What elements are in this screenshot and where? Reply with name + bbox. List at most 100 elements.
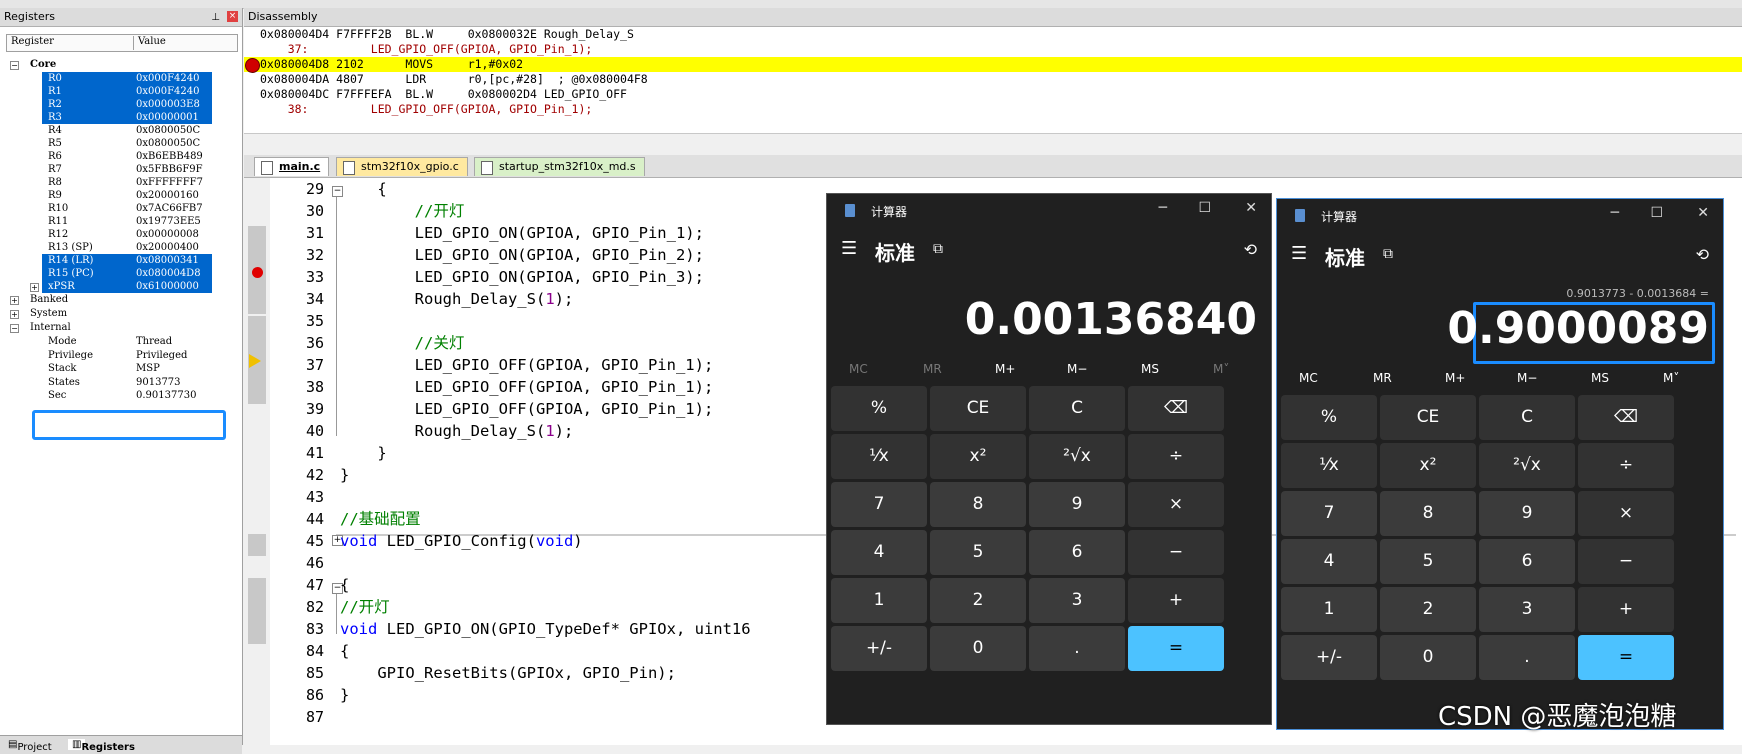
tree-internal[interactable]: Internal [30, 321, 230, 334]
minimize-icon[interactable]: ─ [1611, 205, 1619, 221]
breakpoint-icon[interactable] [252, 267, 263, 278]
minimize-icon[interactable]: ─ [1159, 200, 1167, 216]
key-5-2[interactable]: . [1479, 635, 1575, 680]
key-4-0[interactable]: 1 [1281, 587, 1377, 632]
tree-system[interactable]: System [30, 307, 230, 320]
memory-button-3[interactable]: M− [1067, 362, 1087, 376]
key-3-1[interactable]: 5 [930, 530, 1026, 575]
code-line[interactable]: LED_GPIO_OFF(GPIOA, GPIO_Pin_1); [340, 398, 714, 420]
key-5-0[interactable]: +/- [831, 626, 927, 671]
key-2-0[interactable]: 7 [831, 482, 927, 527]
key-4-1[interactable]: 2 [930, 578, 1026, 623]
memory-button-1[interactable]: MR [923, 362, 942, 376]
key-4-1[interactable]: 2 [1380, 587, 1476, 632]
register-row[interactable]: R14 (LR) 0x08000341 [42, 254, 212, 267]
key-3-3[interactable]: − [1128, 530, 1224, 575]
register-row[interactable]: R13 (SP) 0x20000400 [42, 241, 212, 254]
key-5-1[interactable]: 0 [1380, 635, 1476, 680]
key-5-1[interactable]: 0 [930, 626, 1026, 671]
code-line[interactable]: //开灯 [340, 596, 390, 618]
memory-button-1[interactable]: MR [1373, 371, 1392, 385]
maximize-icon[interactable]: ☐ [1198, 200, 1211, 216]
key-3-0[interactable]: 4 [1281, 539, 1377, 584]
menu-icon[interactable]: ☰ [841, 238, 857, 259]
code-line[interactable]: //关灯 [340, 332, 465, 354]
code-line[interactable]: { [340, 574, 349, 596]
disasm-line[interactable]: 0x080004D8 2102 MOVS r1,#0x02 [260, 57, 523, 72]
splitter[interactable] [244, 133, 1742, 156]
key-5-3[interactable]: = [1578, 635, 1674, 680]
key-2-1[interactable]: 8 [930, 482, 1026, 527]
key-3-3[interactable]: − [1578, 539, 1674, 584]
key-2-2[interactable]: 9 [1029, 482, 1125, 527]
register-row[interactable]: R4 0x0800050C [42, 124, 212, 137]
code-line[interactable]: void LED_GPIO_Config(void) [340, 530, 583, 552]
menu-icon[interactable]: ☰ [1291, 243, 1307, 264]
collapse-icon[interactable]: − [10, 324, 19, 333]
key-1-0[interactable]: ¹⁄x [831, 434, 927, 479]
key-0-2[interactable]: C [1479, 395, 1575, 440]
register-row[interactable]: R0 0x000F4240 [42, 72, 212, 85]
register-row[interactable]: xPSR 0x61000000 [42, 280, 212, 293]
key-2-3[interactable]: × [1578, 491, 1674, 536]
key-3-2[interactable]: 6 [1029, 530, 1125, 575]
key-0-3[interactable]: ⌫ [1128, 386, 1224, 431]
key-1-3[interactable]: ÷ [1128, 434, 1224, 479]
memory-button-3[interactable]: M− [1517, 371, 1537, 385]
memory-button-4[interactable]: MS [1141, 362, 1159, 376]
disasm-line[interactable]: 0x080004DA 4807 LDR r0,[pc,#28] ; @0x080… [260, 72, 648, 87]
key-1-2[interactable]: ²√x [1029, 434, 1125, 479]
register-row[interactable]: R11 0x19773EE5 [42, 215, 212, 228]
keep-on-top-icon[interactable]: ⧉ [1383, 246, 1393, 262]
tree-core[interactable]: Core [30, 58, 230, 71]
code-line[interactable]: Rough_Delay_S(1); [340, 288, 574, 310]
key-0-3[interactable]: ⌫ [1578, 395, 1674, 440]
internal-row[interactable]: States 9013773 [42, 376, 212, 389]
history-icon[interactable]: ⟲ [1244, 240, 1257, 259]
key-0-2[interactable]: C [1029, 386, 1125, 431]
code-line[interactable]: LED_GPIO_ON(GPIOA, GPIO_Pin_1); [340, 222, 704, 244]
register-row[interactable]: R5 0x0800050C [42, 137, 212, 150]
register-row[interactable]: R6 0xB6EBB489 [42, 150, 212, 163]
memory-button-0[interactable]: MC [849, 362, 868, 376]
key-0-0[interactable]: % [1281, 395, 1377, 440]
key-1-3[interactable]: ÷ [1578, 443, 1674, 488]
key-5-3[interactable]: = [1128, 626, 1224, 671]
key-4-3[interactable]: + [1578, 587, 1674, 632]
key-1-2[interactable]: ²√x [1479, 443, 1575, 488]
memory-button-2[interactable]: M+ [995, 362, 1015, 376]
breakpoint-arrow-icon[interactable] [245, 58, 260, 73]
key-4-0[interactable]: 1 [831, 578, 927, 623]
col-value[interactable]: Value [133, 36, 166, 50]
internal-row[interactable]: Mode Thread [42, 335, 212, 348]
code-line[interactable]: LED_GPIO_OFF(GPIOA, GPIO_Pin_1); [340, 354, 714, 376]
code-line[interactable]: } [340, 464, 349, 486]
collapse-icon[interactable]: − [10, 61, 19, 70]
key-0-1[interactable]: CE [1380, 395, 1476, 440]
key-2-2[interactable]: 9 [1479, 491, 1575, 536]
code-line[interactable]: LED_GPIO_ON(GPIOA, GPIO_Pin_2); [340, 244, 704, 266]
calculator-titlebar[interactable]: 计算器 ─ ☐ ✕ [1277, 199, 1723, 231]
register-row[interactable]: R8 0xFFFFFFF7 [42, 176, 212, 189]
code-line[interactable]: //开灯 [340, 200, 465, 222]
internal-row[interactable]: Sec 0.90137730 [42, 389, 212, 402]
key-3-2[interactable]: 6 [1479, 539, 1575, 584]
key-5-2[interactable]: . [1029, 626, 1125, 671]
tree-banked[interactable]: Banked [30, 293, 230, 306]
code-line[interactable]: Rough_Delay_S(1); [340, 420, 574, 442]
maximize-icon[interactable]: ☐ [1650, 205, 1663, 221]
register-row[interactable]: R3 0x00000001 [42, 111, 212, 124]
key-4-2[interactable]: 3 [1029, 578, 1125, 623]
disasm-line[interactable]: 0x080004D4 F7FFFF2B BL.W 0x0800032E Roug… [260, 27, 634, 42]
col-register[interactable]: Register [11, 36, 54, 47]
code-line[interactable]: LED_GPIO_ON(GPIOA, GPIO_Pin_3); [340, 266, 704, 288]
code-line[interactable]: LED_GPIO_OFF(GPIOA, GPIO_Pin_1); [340, 376, 714, 398]
key-1-0[interactable]: ¹⁄x [1281, 443, 1377, 488]
internal-row[interactable]: Stack MSP [42, 362, 212, 375]
code-line[interactable]: //基础配置 [340, 508, 421, 530]
editor-tab[interactable]: startup_stm32f10x_md.s [474, 157, 645, 176]
register-row[interactable]: R2 0x000003E8 [42, 98, 212, 111]
register-row[interactable]: R1 0x000F4240 [42, 85, 212, 98]
key-2-0[interactable]: 7 [1281, 491, 1377, 536]
internal-row[interactable]: Privilege Privileged [42, 349, 212, 362]
